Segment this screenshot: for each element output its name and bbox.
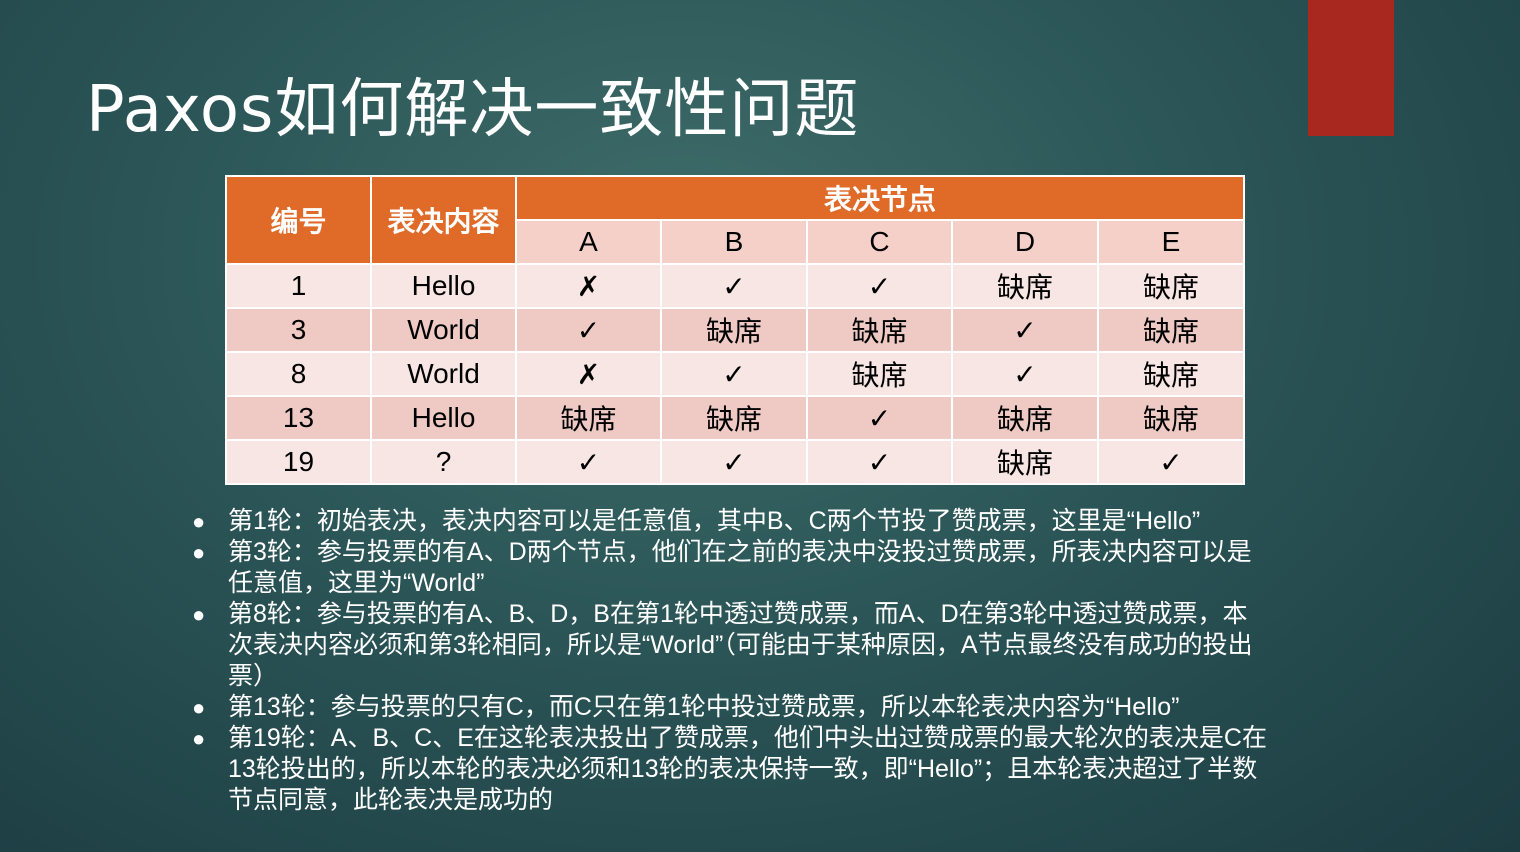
vote-cell: 缺席: [806, 307, 953, 353]
vote-cell: ✓: [515, 307, 662, 353]
header-id: 编号: [225, 175, 372, 265]
bullet-text: 第3轮：参与投票的有A、D两个节点，他们在之前的表决中没投过赞成票，所表决内容可…: [228, 538, 1252, 597]
bullet-text: 第8轮：参与投票的有A、B、D，B在第1轮中透过赞成票，而A、D在第3轮中透过赞…: [228, 600, 1253, 690]
vote-cell: 缺席: [660, 395, 808, 441]
vote-cell: ✓: [515, 439, 662, 485]
row-id: 19: [225, 439, 372, 485]
vote-cell: ✓: [660, 263, 808, 309]
vote-cell: ✓: [806, 439, 953, 485]
header-node-e: E: [1096, 219, 1246, 265]
bullet-dot-icon: ●: [192, 695, 206, 720]
vote-cell: ✓: [806, 395, 953, 441]
row-content: Hello: [370, 263, 517, 309]
bullet-text: 第1轮：初始表决，表决内容可以是任意值，其中B、C两个节投了赞成票，这里是“He…: [228, 507, 1201, 535]
vote-table: 编号 表决内容 表决节点 A B C D E 1 Hello ✗ ✓ ✓ 缺席 …: [225, 175, 1246, 485]
bullet-item: ● 第19轮：A、B、C、E在这轮表决投出了赞成票，他们中头出过赞成票的最大轮次的…: [190, 723, 1270, 816]
vote-cell: 缺席: [951, 395, 1099, 441]
bullet-dot-icon: ●: [192, 509, 206, 534]
table-row: 19 ? ✓ ✓ ✓ 缺席 ✓: [225, 439, 1246, 485]
row-id: 1: [225, 263, 372, 309]
table-row: 3 World ✓ 缺席 缺席 ✓ 缺席: [225, 307, 1246, 353]
bullet-item: ● 第8轮：参与投票的有A、B、D，B在第1轮中透过赞成票，而A、D在第3轮中透过…: [190, 599, 1270, 692]
vote-cell: 缺席: [1096, 395, 1246, 441]
row-id: 13: [225, 395, 372, 441]
vote-cell: ✓: [951, 307, 1099, 353]
row-id: 8: [225, 351, 372, 397]
vote-cell: 缺席: [951, 439, 1099, 485]
vote-cell: ✗: [515, 351, 662, 397]
bullet-list: ● 第1轮：初始表决，表决内容可以是任意值，其中B、C两个节投了赞成票，这里是“H…: [190, 506, 1270, 816]
table-row: 8 World ✗ ✓ 缺席 ✓ 缺席: [225, 351, 1246, 397]
vote-cell: 缺席: [1096, 307, 1246, 353]
bullet-item: ● 第13轮：参与投票的只有C，而C只在第1轮中投过赞成票，所以本轮表决内容为“H…: [190, 692, 1270, 723]
vote-cell: 缺席: [1096, 263, 1246, 309]
row-content: World: [370, 351, 517, 397]
vote-cell: 缺席: [951, 263, 1099, 309]
table-row: 1 Hello ✗ ✓ ✓ 缺席 缺席: [225, 263, 1246, 309]
bullet-dot-icon: ●: [192, 602, 206, 627]
row-content: Hello: [370, 395, 517, 441]
vote-cell: 缺席: [806, 351, 953, 397]
vote-cell: ✓: [660, 351, 808, 397]
header-node-d: D: [951, 219, 1099, 265]
vote-cell: 缺席: [515, 395, 662, 441]
vote-cell: ✓: [951, 351, 1099, 397]
vote-cell: 缺席: [660, 307, 808, 353]
bullet-dot-icon: ●: [192, 726, 206, 751]
vote-cell: ✓: [660, 439, 808, 485]
header-node-c: C: [806, 219, 953, 265]
header-nodes: 表决节点: [514, 175, 1246, 221]
bullet-item: ● 第3轮：参与投票的有A、D两个节点，他们在之前的表决中没投过赞成票，所表决内容…: [190, 537, 1270, 599]
header-node-b: B: [660, 219, 808, 265]
vote-cell: ✗: [515, 263, 662, 309]
vote-cell: 缺席: [1096, 351, 1246, 397]
slide-title: Paxos如何解决一致性问题: [86, 73, 860, 147]
vote-cell: ✓: [806, 263, 953, 309]
row-id: 3: [225, 307, 372, 353]
header-node-a: A: [515, 219, 662, 265]
bullet-item: ● 第1轮：初始表决，表决内容可以是任意值，其中B、C两个节投了赞成票，这里是“H…: [190, 506, 1270, 537]
table-row: 13 Hello 缺席 缺席 ✓ 缺席 缺席: [225, 395, 1246, 441]
row-content: World: [370, 307, 517, 353]
header-content: 表决内容: [370, 175, 517, 265]
bullet-dot-icon: ●: [192, 540, 206, 565]
bullet-text: 第19轮：A、B、C、E在这轮表决投出了赞成票，他们中头出过赞成票的最大轮次的表…: [228, 724, 1267, 814]
vote-cell: ✓: [1096, 439, 1246, 485]
row-content: ?: [370, 439, 517, 485]
bullet-text: 第13轮：参与投票的只有C，而C只在第1轮中投过赞成票，所以本轮表决内容为“He…: [228, 693, 1180, 721]
accent-bar: [1308, 0, 1394, 136]
